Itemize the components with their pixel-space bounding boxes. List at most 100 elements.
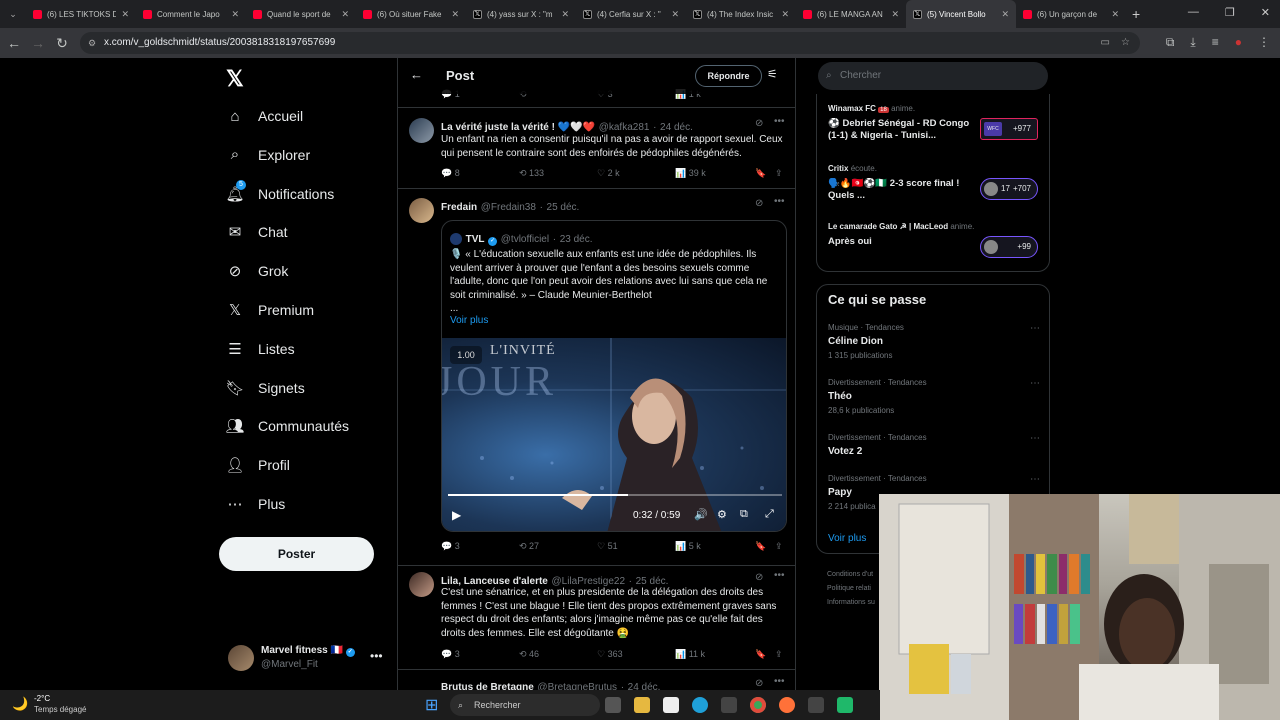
app-icon[interactable]: [837, 697, 853, 713]
gear-icon[interactable]: ⚙: [717, 508, 727, 521]
video-player[interactable]: 1.00 L'INVITÉ JOUR ▶ 0:32 / 0:59 🔊 ⚙ ⧉ ⤢: [442, 338, 786, 531]
close-tab-icon[interactable]: ✕: [451, 9, 459, 20]
browser-tab[interactable]: 𝕏 (4) Cerfia sur X : " ✕: [576, 0, 686, 28]
bookmark-icon[interactable]: 🔖: [755, 541, 775, 552]
avatar[interactable]: [450, 232, 462, 245]
reply-button[interactable]: Répondre: [695, 65, 762, 87]
more-icon[interactable]: •••: [774, 570, 785, 581]
account-switcher[interactable]: Marvel fitness 🇫🇷 ✓ @Marvel_Fit •••: [226, 643, 386, 683]
weather-temp[interactable]: -2°C: [34, 694, 50, 703]
close-tab-icon[interactable]: ✕: [1111, 9, 1119, 20]
sidebar-item-explorer[interactable]: ⌕ Explorer: [226, 140, 310, 170]
volume-icon[interactable]: 🔊: [694, 508, 708, 521]
browser-tab[interactable]: 𝕏 (4) yass sur X : "m ✕: [466, 0, 576, 28]
space-host[interactable]: Winamax FC: [828, 104, 876, 113]
trend-item[interactable]: Divertissement · Tendances Votez 2 ⋯: [828, 433, 1040, 457]
quote-date[interactable]: 23 déc.: [560, 234, 593, 245]
close-tab-icon[interactable]: ✕: [341, 9, 349, 20]
tweet-date[interactable]: 24 déc.: [660, 122, 693, 133]
search-input[interactable]: ⌕ Chercher: [818, 62, 1048, 90]
trend-topic[interactable]: Céline Dion: [828, 336, 1040, 347]
close-tab-icon[interactable]: ✕: [671, 9, 679, 20]
grok-icon[interactable]: ⊘: [755, 118, 763, 129]
more-icon[interactable]: •••: [774, 676, 785, 687]
sidebar-item-chat[interactable]: ✉ Chat: [226, 217, 288, 247]
close-tab-icon[interactable]: ✕: [231, 9, 239, 20]
minimize-icon[interactable]: —: [1188, 6, 1199, 19]
space-title[interactable]: ⚽ Debrief Sénégal - RD Congo (1-1) & Nig…: [828, 118, 976, 142]
browser-tab[interactable]: Comment le Japo ✕: [136, 0, 246, 28]
back-arrow-icon[interactable]: ←: [410, 67, 423, 82]
reply-button[interactable]: 💬 3: [441, 541, 519, 552]
file-explorer-icon[interactable]: [634, 697, 650, 713]
profile-icon[interactable]: ●: [1235, 35, 1242, 50]
more-icon[interactable]: •••: [774, 196, 785, 207]
browser-tab[interactable]: (6) Où situer Fake ✕: [356, 0, 466, 28]
space-host[interactable]: Critix: [828, 164, 848, 173]
grok-icon[interactable]: ⊘: [755, 198, 763, 209]
views-button[interactable]: 📊 5 k: [675, 541, 755, 552]
retweet-button[interactable]: ⟲ 27: [519, 541, 597, 552]
reply-button[interactable]: 💬 8: [441, 168, 519, 179]
see-more-link[interactable]: Voir plus: [450, 315, 488, 326]
live-space-item[interactable]: Le camarade Gato ☭ | MacLeod anime. Après…: [828, 222, 1040, 276]
tab-list-dropdown-icon[interactable]: ⌄: [0, 9, 26, 20]
account-more-icon[interactable]: •••: [370, 649, 383, 663]
sidebar-item-plus[interactable]: ⋯ Plus: [226, 489, 286, 519]
space-title[interactable]: Après oui: [828, 236, 976, 248]
footer-link[interactable]: Informations su: [827, 596, 875, 610]
firefox-icon[interactable]: [779, 697, 795, 713]
download-icon[interactable]: ⤓: [1190, 35, 1195, 50]
browser-tab[interactable]: Quand le sport de ✕: [246, 0, 356, 28]
sidebar-item-profil[interactable]: 👤︎ Profil: [225, 450, 289, 480]
weather-desc[interactable]: Temps dégagé: [34, 705, 86, 714]
like-button[interactable]: ♡ 51: [597, 541, 675, 552]
store-icon[interactable]: [721, 697, 737, 713]
windows-start-icon[interactable]: ⊞: [425, 695, 438, 715]
tweet-author-handle[interactable]: @Fredain38: [481, 202, 536, 213]
trend-topic[interactable]: Votez 2: [828, 446, 1040, 457]
new-tab-button[interactable]: +: [1132, 6, 1140, 22]
avatar[interactable]: [409, 198, 434, 223]
grok-icon[interactable]: ⊘: [755, 572, 763, 583]
sidebar-item-accueil[interactable]: ⌂ Accueil: [226, 101, 303, 131]
space-listeners-count[interactable]: WFC +977: [980, 118, 1038, 140]
like-button[interactable]: ♡ 2 k: [597, 168, 675, 179]
sidebar-item-signets[interactable]: 🔖︎ Signets: [225, 373, 304, 403]
browser-tab[interactable]: (6) LE MANGA AN ✕: [796, 0, 906, 28]
space-listeners-count[interactable]: 17 +707: [980, 178, 1038, 200]
settings-sliders-icon[interactable]: ⚟: [767, 67, 778, 81]
trend-more-icon[interactable]: ⋯: [1030, 378, 1040, 389]
close-tab-icon[interactable]: ✕: [891, 9, 899, 20]
address-bar[interactable]: ⚙ x.com/v_goldschmidt/status/20038183181…: [80, 32, 1140, 54]
browser-tab[interactable]: 𝕏 (5) Vincent Bollo ✕: [906, 0, 1016, 28]
browser-tab[interactable]: 𝕏 (4) The Index Insic ✕: [686, 0, 796, 28]
post-button[interactable]: Poster: [219, 537, 374, 571]
sidebar-item-grok[interactable]: ⊘ Grok: [226, 256, 289, 286]
quote-author-handle[interactable]: @tvlofficiel: [501, 234, 549, 245]
see-more-trends-link[interactable]: Voir plus: [828, 533, 866, 544]
more-icon[interactable]: •••: [774, 116, 785, 127]
live-space-item[interactable]: Critix écoute. 🗣️🔥🇹🇳⚽🇳🇬 2-3 score final !…: [828, 164, 1040, 218]
tweet-author-name[interactable]: Fredain: [441, 202, 477, 213]
retweet-button[interactable]: ⟲ 133: [519, 168, 597, 179]
site-info-icon[interactable]: ⚙: [88, 32, 96, 54]
picture-in-picture-icon[interactable]: ⧉: [740, 508, 748, 521]
taskbar-search-input[interactable]: ⌕ Rechercher: [450, 694, 600, 716]
app-icon[interactable]: [808, 697, 824, 713]
share-icon[interactable]: ⇪: [775, 168, 783, 179]
trend-more-icon[interactable]: ⋯: [1030, 474, 1040, 485]
tweet[interactable]: La vérité juste la vérité ! 💙🤍❤️ @kafka2…: [398, 109, 795, 189]
space-host[interactable]: Le camarade Gato ☭ | MacLeod: [828, 222, 948, 231]
space-title[interactable]: 🗣️🔥🇹🇳⚽🇳🇬 2-3 score final ! Quels ...: [828, 178, 976, 202]
close-tab-icon[interactable]: ✕: [561, 9, 569, 20]
video-scrubber[interactable]: [448, 494, 782, 496]
play-icon[interactable]: ▶: [452, 508, 461, 522]
like-button[interactable]: ♡ 363: [597, 649, 675, 660]
views-button[interactable]: 📊 39 k: [675, 168, 755, 179]
bookmark-icon[interactable]: 🔖: [755, 649, 775, 660]
quoted-tweet[interactable]: TVL ✓ @tvlofficiel · 23 déc. 🎙️ « L'éduc…: [441, 220, 787, 532]
tweet-date[interactable]: 25 déc.: [547, 202, 580, 213]
browser-tab[interactable]: (6) Un garçon de ✕: [1016, 0, 1126, 28]
tweet-author-name[interactable]: La vérité juste la vérité ! 💙🤍❤️: [441, 122, 595, 133]
